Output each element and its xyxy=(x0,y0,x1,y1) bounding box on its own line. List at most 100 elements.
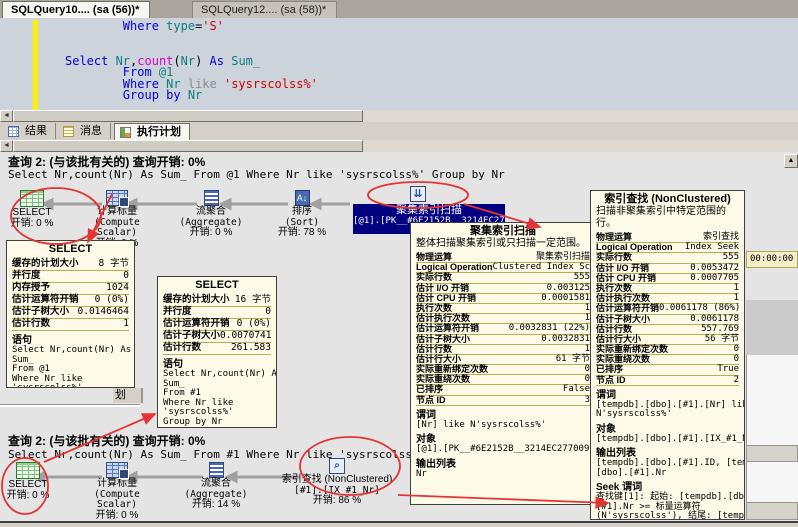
pane-bottom-border xyxy=(0,521,798,523)
tab-sqlquery10[interactable]: SQLQuery10.... (sa (56))* xyxy=(2,1,150,18)
tooltip-stats: 物理运算聚集索引扫描Logical OperationClustered Ind… xyxy=(416,253,590,406)
tooltip-section-title: 输出列表 xyxy=(416,459,590,470)
code-token: 'sysrscolss%' xyxy=(224,77,318,91)
op-label: SELECT xyxy=(0,480,56,491)
background-tab-fragment: 划 xyxy=(113,388,143,403)
background-window-fragment xyxy=(746,300,798,355)
stat-label: 估计 I/O 开销 xyxy=(596,264,649,273)
stat-label: 估计执行次数 xyxy=(596,294,650,303)
op-label: 流聚合 xyxy=(176,479,256,490)
select-operator-icon xyxy=(16,462,40,479)
code-token: ( xyxy=(173,54,180,68)
tab-messages-label: 消息 xyxy=(80,125,102,137)
plan-hscrollbar[interactable]: ◄ xyxy=(0,140,798,152)
stat-value: 0.0061178 xyxy=(690,315,739,324)
stat-value: 555 xyxy=(574,273,590,282)
tooltip-section-line: [@1].[PK__#6E2152B__3214EC2770099B30] xyxy=(416,445,590,455)
stat-label: 估计运算符开销 xyxy=(596,304,659,313)
tooltip-section-line: 'sysrscolss%' xyxy=(12,384,129,388)
scrollbar-thumb[interactable] xyxy=(13,140,363,152)
op-cost: 开销: 0 % xyxy=(171,228,251,239)
ssms-window: { "colors": { "annotation_red": "#e43434… xyxy=(0,0,798,527)
stat-value: 0 xyxy=(734,345,739,354)
tooltip-section-line: [Nr] like N'sysrscolss%' xyxy=(416,421,590,431)
stat-value: 聚集索引扫描 xyxy=(536,253,590,262)
op-sublabel: (Compute Scalar) xyxy=(77,490,157,511)
tab-messages[interactable]: 消息 xyxy=(58,123,111,139)
op-compute-scalar-2[interactable]: 计算标量 (Compute Scalar) 开销: 0 % xyxy=(77,462,157,521)
tab-results-label: 结果 xyxy=(25,125,47,137)
op-stream-aggregate-2[interactable]: 流聚合 (Aggregate) 开销: 14 % xyxy=(176,462,256,511)
stat-label: 内存授予 xyxy=(12,283,50,294)
tooltip-stats: 缓存的计划大小16 字节并行度0估计运算符开销0 (0%)估计子树大小0.007… xyxy=(163,295,271,355)
background-window-fragment xyxy=(746,355,798,445)
compute-scalar-icon xyxy=(106,190,128,206)
clustered-index-scan-icon: ⇊ xyxy=(410,186,426,202)
tab-sqlquery12[interactable]: SQLQuery12.... (sa (58))* xyxy=(192,1,337,18)
tab-execution-plan[interactable]: 执行计划 xyxy=(114,123,190,141)
op-label: 计算标量 xyxy=(77,207,157,218)
stat-label: 估计 CPU 开销 xyxy=(416,294,476,303)
op-clustered-index-scan-icon-node[interactable]: ⇊ xyxy=(410,186,426,203)
code-token: ) xyxy=(195,54,209,68)
stat-label: 已排序 xyxy=(416,385,443,394)
scroll-left-icon[interactable]: ◄ xyxy=(0,140,13,152)
stat-label: 并行度 xyxy=(163,307,192,318)
op-index-seek-2[interactable]: ⌕ 索引查找 (NonClustered) [#1].[IX_#1_Nr] 开销… xyxy=(267,458,407,507)
stat-value: 261.583 xyxy=(231,343,271,354)
sql-code-editor[interactable]: Where type='S' Select Nr,count(Nr) As Su… xyxy=(0,18,798,110)
scroll-left-icon[interactable]: ◄ xyxy=(0,110,13,122)
op-select-2[interactable]: SELECT 开销: 0 % xyxy=(0,462,56,501)
scroll-up-icon[interactable]: ▲ xyxy=(784,154,798,168)
stat-label: 执行次数 xyxy=(596,284,632,293)
stat-label: 并行度 xyxy=(12,271,41,282)
op-stream-aggregate-1[interactable]: 流聚合 (Aggregate) 开销: 0 % xyxy=(171,190,251,239)
op-label: 排序 xyxy=(262,207,342,218)
editor-hscrollbar[interactable]: ◄ xyxy=(0,110,798,122)
op-sort-1[interactable]: A↓ 排序 (Sort) 开销: 78 % xyxy=(262,190,342,239)
stat-label: 节点 ID xyxy=(596,376,626,385)
op-label: 索引查找 (NonClustered) xyxy=(267,475,407,486)
op-label: 计算标量 xyxy=(77,479,157,490)
stat-value: 索引查找 xyxy=(703,233,739,242)
stat-value: 0.0032831 xyxy=(541,335,590,344)
divider xyxy=(0,404,140,407)
stat-value: 16 字节 xyxy=(235,295,271,306)
stat-label: Logical Operation xyxy=(416,263,493,272)
stat-label: Logical Operation xyxy=(596,243,673,252)
tooltip-description: 整体扫描聚集索引或只扫描一定范围。 xyxy=(416,238,590,250)
op-label: SELECT xyxy=(0,208,64,219)
tooltip-section-line: Group by Nr xyxy=(163,418,271,428)
code-token: Group by xyxy=(123,88,188,102)
scrollbar-thumb[interactable] xyxy=(13,110,363,122)
background-window-fragment xyxy=(746,462,798,502)
stat-value: 0 (0%) xyxy=(95,295,129,306)
tooltip-stats: 缓存的计划大小8 字节并行度0内存授予1024估计运算符开销0 (0%)估计子树… xyxy=(12,259,129,331)
index-seek-icon: ⌕ xyxy=(329,458,345,474)
tooltip-section-line: [tempdb].[dbo].[#1].[IX_#1_Nr] xyxy=(596,435,739,445)
stat-value: 557.769 xyxy=(701,325,739,334)
stat-value: 61 字节 xyxy=(556,355,590,364)
stat-value: 0 xyxy=(734,355,739,364)
code-token: Nr xyxy=(181,54,195,68)
stat-label: 估计子树大小 xyxy=(596,315,650,324)
op-label: 流聚合 xyxy=(171,207,251,218)
stat-label: 执行次数 xyxy=(416,304,452,313)
code-token: type xyxy=(166,19,195,33)
tab-results[interactable]: 结果 xyxy=(3,123,56,139)
sql-code: Where type='S' Select Nr,count(Nr) As Su… xyxy=(65,21,318,102)
stat-label: 估计行大小 xyxy=(416,355,461,364)
tooltip-stat-row: 估计行数261.583 xyxy=(163,343,271,355)
stat-value: 0.003125 xyxy=(547,284,590,293)
background-window-fragment xyxy=(746,445,798,462)
code-token: Sum_ xyxy=(231,54,260,68)
messages-icon xyxy=(63,126,74,137)
compute-scalar-icon xyxy=(106,462,128,478)
tooltip-stat-row: 节点 ID2 xyxy=(596,376,739,386)
sort-icon: A↓ xyxy=(295,190,310,206)
stat-value: 0.0007705 xyxy=(690,274,739,283)
query1-sql-text: Select Nr,count(Nr) As Sum_ From @1 Wher… xyxy=(8,168,505,181)
tooltip-title: 索引查找 (NonClustered) xyxy=(596,193,739,206)
stat-value: 1 xyxy=(123,319,129,330)
op-select-1[interactable]: SELECT 开销: 0 % xyxy=(0,190,64,229)
